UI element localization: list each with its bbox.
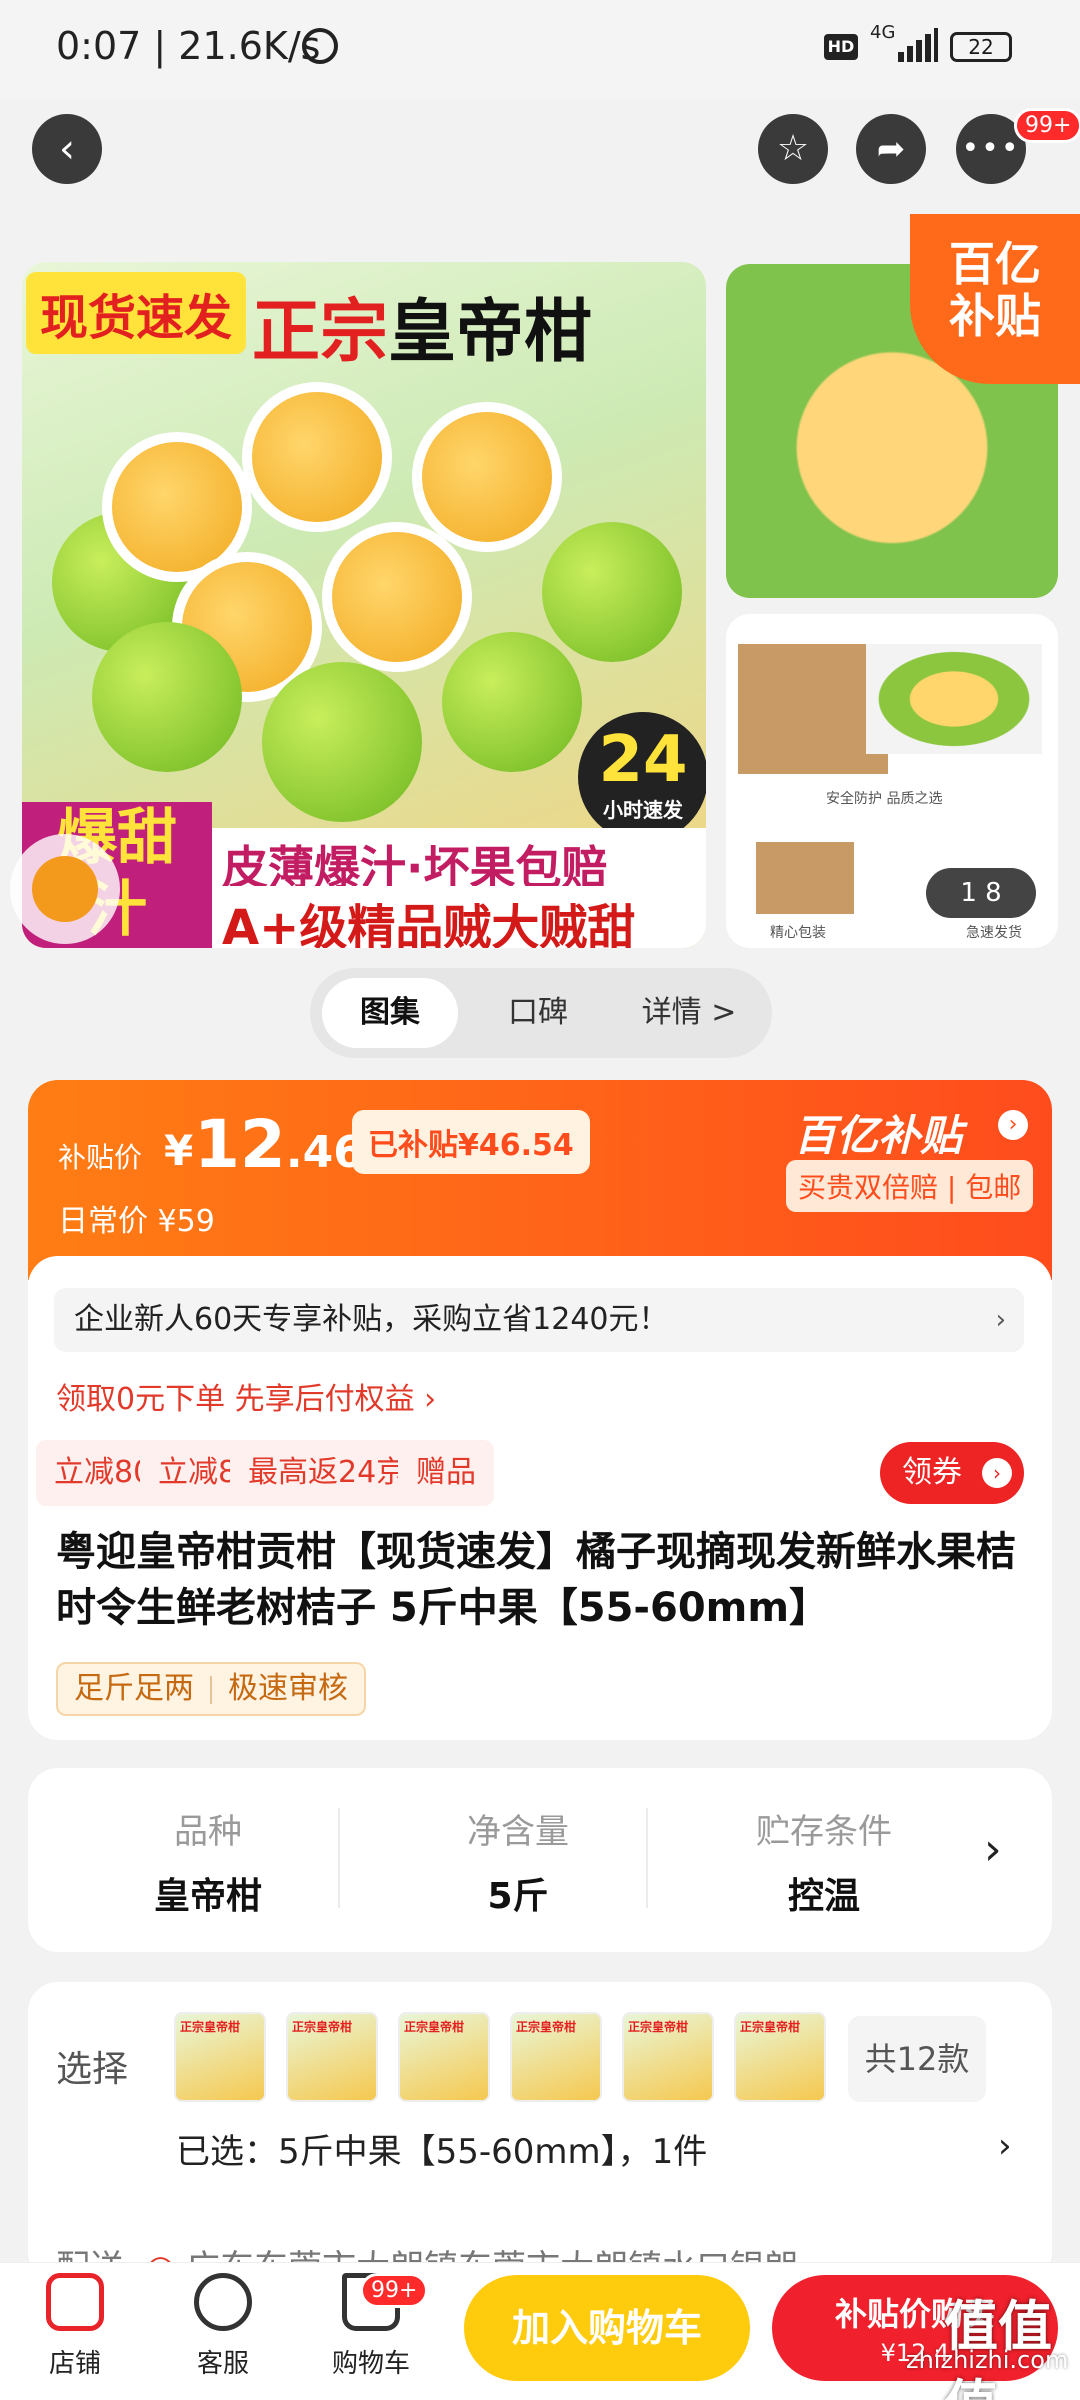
battery-icon: 22 (950, 32, 1012, 62)
get-coupon-button[interactable]: 领券 › (880, 1442, 1024, 1504)
subsidy-price-label: 补贴价 (58, 1141, 143, 1174)
product-title: 粤迎皇帝柑贡柑【现货速发】橘子现摘现发新鲜水果桔时令生鲜老树桔子 5斤中果【55… (56, 1529, 1016, 1631)
chevron-right-icon: › (995, 1305, 1006, 1335)
gallery-tabs: 图集 口碑 详情 > (310, 968, 772, 1058)
select-label: 选择 (56, 2049, 129, 2090)
customer-service-button[interactable]: 客服 (158, 2273, 288, 2380)
cart-badge: 99+ (360, 2273, 429, 2308)
billion-subsidy-corner: 百亿 补贴 (910, 214, 1080, 384)
thumb-caption-2: 精心包装 (770, 925, 826, 941)
chevron-right-icon[interactable]: › (984, 1824, 1002, 1875)
thumb-caption-3: 急速发货 (966, 925, 1022, 941)
variant-thumbnail[interactable]: 正宗皇帝柑 (510, 2012, 602, 2102)
currency-symbol: ¥ (164, 1126, 194, 1175)
spec-variety: 品种 皇帝柑 (153, 1812, 262, 1917)
spec-net-weight: 净含量 5斤 (467, 1812, 569, 1917)
tab-details[interactable]: 详情 > (616, 978, 762, 1048)
subsidy-price: 12.46 (194, 1106, 364, 1183)
new-user-banner[interactable]: 企业新人60天专享补贴，采购立省1240元！ › (54, 1288, 1024, 1352)
image-counter: 1 8 (926, 868, 1036, 918)
spec-storage: 贮存条件 控温 (756, 1812, 892, 1917)
customer-service-icon (194, 2273, 252, 2331)
hd-icon: HD (824, 34, 858, 60)
subsidized-amount: 已补贴¥46.54 (352, 1110, 590, 1174)
variant-thumbnail[interactable]: 正宗皇帝柑 (734, 2012, 826, 2102)
status-bar: 0:07 | 21.6K/s HD 4G 22 (0, 0, 1080, 100)
favorite-star-icon[interactable]: ☆ (758, 114, 828, 184)
pay-after-link[interactable]: 领取0元下单 先享后付权益 › (56, 1374, 436, 1418)
variant-thumbnail[interactable]: 正宗皇帝柑 (174, 2012, 266, 2102)
variant-thumbnail[interactable]: 正宗皇帝柑 (286, 2012, 378, 2102)
price-banner: 补贴价 ¥ 12.46 已补贴¥46.54 日常价 ¥59 百亿补贴 › 买贵双… (28, 1080, 1052, 1280)
chevron-right-icon[interactable]: › (998, 1110, 1028, 1140)
billion-subsidy-brand[interactable]: 百亿补贴 (794, 1102, 962, 1163)
guarantee-label: 买贵双倍赔 | 包邮 (786, 1160, 1034, 1212)
signal-icon (898, 28, 938, 62)
back-button[interactable]: ‹ (32, 114, 102, 184)
bottom-action-bar: 店铺 客服 购物车 99+ 加入购物车 补贴价购买 ¥12.4 (0, 2262, 1080, 2400)
24h-shipping-badge: 24 小时速发 (578, 712, 706, 842)
status-time: 0:07 | 21.6K/s (56, 24, 321, 68)
watermark-logo: 值值值 (944, 2295, 1052, 2400)
chevron-right-icon[interactable]: › (998, 2126, 1012, 2166)
add-to-cart-button[interactable]: 加入购物车 (464, 2275, 750, 2381)
watermark-text: zhizhizhi.com (906, 2346, 1069, 2374)
alarm-icon (302, 28, 338, 64)
variant-thumbnail[interactable]: 正宗皇帝柑 (398, 2012, 490, 2102)
promo-section: 企业新人60天专享补贴，采购立省1240元！ › 领取0元下单 先享后付权益 ›… (28, 1256, 1052, 1740)
variant-thumbnail[interactable]: 正宗皇帝柑 (622, 2012, 714, 2102)
price-card: 补贴价 ¥ 12.46 已补贴¥46.54 日常价 ¥59 百亿补贴 › 买贵双… (28, 1080, 1052, 1740)
thumb-caption-1: 安全防护 品质之选 (826, 791, 943, 807)
service-tags: 足斤足两 极速审核 (56, 1662, 366, 1716)
network-type: 4G (870, 22, 896, 43)
product-main-image[interactable]: 现货速发 正宗皇帝柑 24 小时速发 爆甜汁 皮薄爆汁·坏果包赔 A+级精品贼大贼… (22, 262, 706, 948)
share-icon[interactable]: ➦ (856, 114, 926, 184)
selected-variant: 已选：5斤中果【55-60mm】，1件 (176, 2132, 708, 2172)
accessibility-float-icon[interactable] (10, 834, 120, 944)
product-thumbnail-2[interactable]: 安全防护 品质之选 精心包装 急速发货 1 8 (726, 614, 1058, 948)
tab-reviews[interactable]: 口碑 (470, 978, 606, 1048)
notification-badge: 99+ (1014, 108, 1080, 143)
shop-button[interactable]: 店铺 (10, 2273, 140, 2380)
banner-line-2: A+级精品贼大贼甜 (212, 886, 706, 948)
gift-chip[interactable]: 赠品 (398, 1440, 494, 1506)
shop-icon (46, 2273, 104, 2331)
daily-price: 日常价 ¥59 (58, 1204, 215, 1239)
spec-card[interactable]: 品种 皇帝柑 净含量 5斤 贮存条件 控温 › (28, 1768, 1052, 1952)
tab-gallery[interactable]: 图集 (322, 978, 458, 1048)
image-title: 正宗皇帝柑 (252, 293, 593, 372)
variant-select-card[interactable]: 选择 正宗皇帝柑 正宗皇帝柑 正宗皇帝柑 正宗皇帝柑 正宗皇帝柑 正宗皇帝柑 共… (28, 1982, 1052, 2282)
variant-count[interactable]: 共12款 (848, 2016, 986, 2102)
in-stock-tag: 现货速发 (26, 272, 247, 354)
